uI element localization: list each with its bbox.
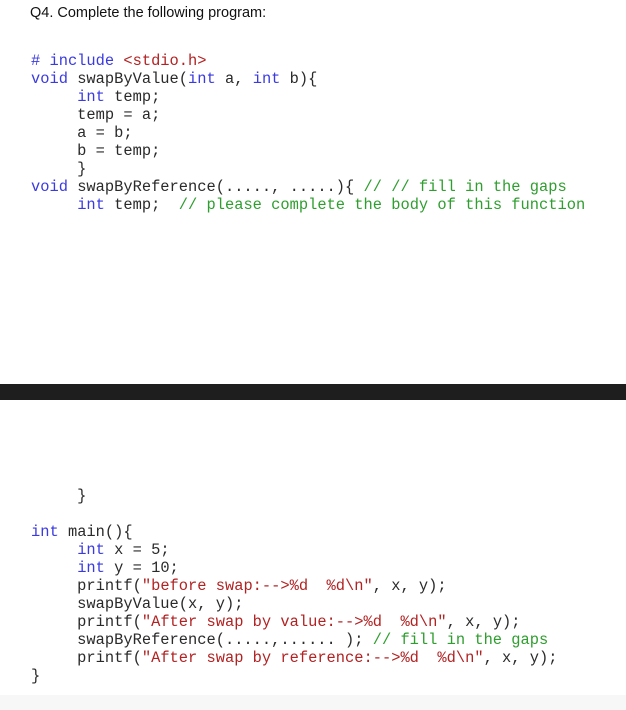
code-comment: // please complete the body of this func… <box>178 196 586 214</box>
code-string: "After swap by value:-->%d %d\n" <box>141 613 447 631</box>
code-line: printf("After swap by reference:-->%d %d… <box>31 649 557 667</box>
code-keyword: int <box>188 70 216 88</box>
code-text: printf( <box>31 613 142 631</box>
code-line: # include <stdio.h> <box>31 52 585 70</box>
code-text: temp; <box>104 88 161 106</box>
code-keyword: int <box>77 559 105 577</box>
code-keyword: void <box>31 178 68 196</box>
code-text: swapByReference(.....,...... ); <box>31 631 373 649</box>
code-text: printf( <box>31 577 142 595</box>
code-text: y = 10; <box>104 559 179 577</box>
code-line: b = temp; <box>31 142 585 160</box>
code-keyword: int <box>252 70 281 88</box>
code-string: "After swap by reference:-->%d %d\n" <box>141 649 484 667</box>
code-text: temp = a; <box>31 106 161 124</box>
code-block-top: # include <stdio.h> void swapByValue(int … <box>31 52 585 214</box>
code-keyword: int <box>77 88 105 106</box>
code-line: int temp; <box>31 88 585 106</box>
code-line: temp = a; <box>31 106 585 124</box>
code-block-bottom: } int main(){ int x = 5; int y = 10; prin… <box>31 487 557 685</box>
code-string: "before swap:-->%d %d\n" <box>141 577 373 595</box>
code-line: } <box>31 667 557 685</box>
code-text: x = 5; <box>104 541 170 559</box>
code-text: b = temp; <box>31 142 161 160</box>
code-text: a, <box>215 70 253 88</box>
code-line: printf("After swap by value:-->%d %d\n",… <box>31 613 557 631</box>
code-line: a = b; <box>31 124 585 142</box>
code-comment: // // fill in the gaps <box>363 178 567 196</box>
code-line: } <box>31 487 557 505</box>
code-text: swapByValue( <box>67 70 189 88</box>
code-line: int main(){ <box>31 523 557 541</box>
code-line: swapByValue(x, y); <box>31 595 557 613</box>
code-text: } <box>31 667 41 685</box>
code-text: swapByReference(....., .....){ <box>67 178 364 196</box>
code-line: void swapByValue(int a, int b){ <box>31 70 585 88</box>
page-bottom-edge <box>0 695 626 710</box>
code-keyword: int <box>77 541 105 559</box>
code-text: a = b; <box>31 124 133 142</box>
code-text: , x, y); <box>483 649 558 667</box>
question-title: Q4. Complete the following program: <box>30 5 267 21</box>
code-keyword: int <box>77 196 105 214</box>
code-text: , x, y); <box>372 577 447 595</box>
code-text: b){ <box>280 70 318 88</box>
code-line: void swapByReference(....., .....){ // /… <box>31 178 585 196</box>
code-string: <stdio.h> <box>123 52 207 70</box>
code-line: } <box>31 160 585 178</box>
code-line: int y = 10; <box>31 559 557 577</box>
code-text: printf( <box>31 649 142 667</box>
code-comment: // fill in the gaps <box>372 631 549 649</box>
code-line: printf("before swap:-->%d %d\n", x, y); <box>31 577 557 595</box>
code-line: int temp; // please complete the body of… <box>31 196 585 214</box>
code-keyword: # include <box>31 52 124 70</box>
code-text: } <box>31 160 87 178</box>
code-keyword: void <box>31 70 68 88</box>
code-text: } <box>31 487 87 505</box>
code-text: main(){ <box>58 523 133 541</box>
code-text: , x, y); <box>446 613 521 631</box>
page-divider <box>0 384 626 400</box>
code-text: swapByValue(x, y); <box>31 595 244 613</box>
code-line: int x = 5; <box>31 541 557 559</box>
code-line: swapByReference(.....,...... ); // fill … <box>31 631 557 649</box>
code-text: temp; <box>104 196 179 214</box>
code-keyword: int <box>31 523 59 541</box>
